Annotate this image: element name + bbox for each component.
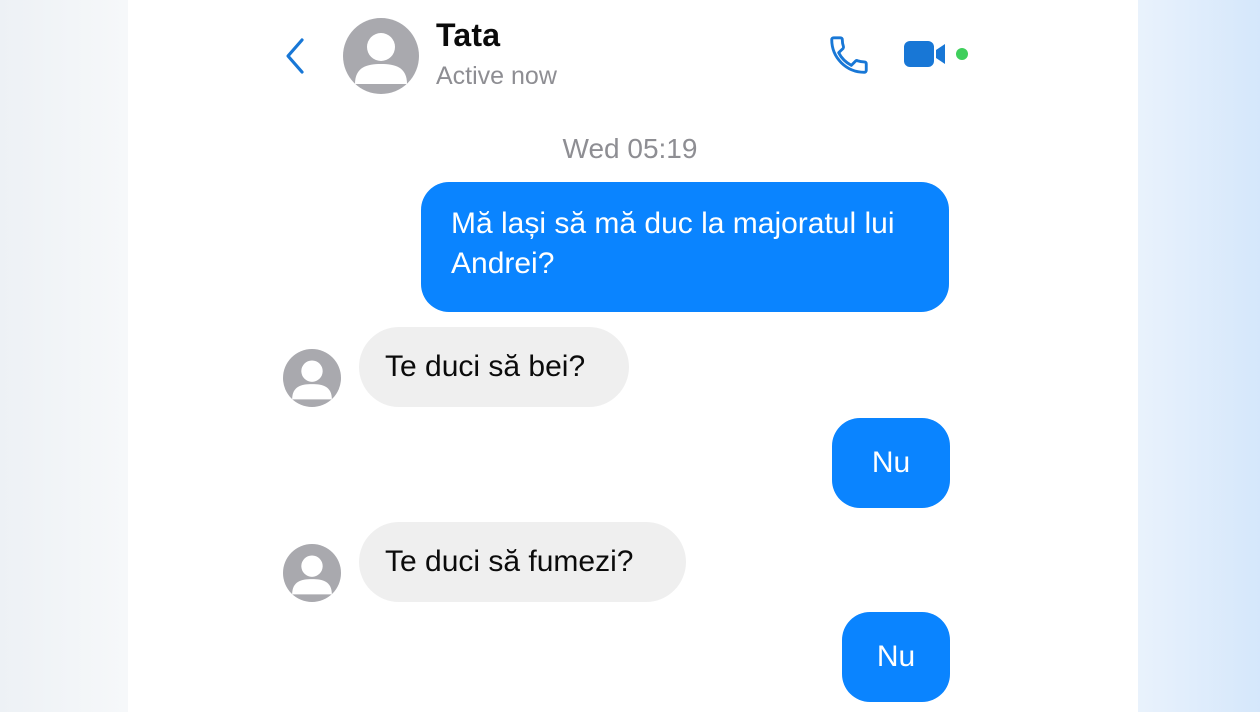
back-button[interactable] <box>280 34 314 78</box>
person-avatar-icon <box>283 544 341 602</box>
sender-avatar <box>283 349 341 407</box>
video-camera-icon <box>904 41 945 67</box>
video-call-button[interactable] <box>902 36 948 72</box>
chat-screen <box>128 0 1138 712</box>
background-left <box>0 0 128 712</box>
call-button[interactable] <box>826 32 872 78</box>
contact-status: Active now <box>436 62 557 90</box>
outgoing-message[interactable]: Nu <box>832 418 950 508</box>
outgoing-message[interactable]: Nu <box>842 612 950 702</box>
active-status-dot <box>956 48 968 60</box>
phone-icon <box>830 36 868 74</box>
contact-avatar[interactable] <box>343 18 419 94</box>
incoming-message[interactable]: Te duci să fumezi? <box>359 522 686 602</box>
message-timestamp: Wed 05:19 <box>562 133 698 164</box>
chevron-left-icon <box>286 38 304 74</box>
outgoing-message[interactable]: Mă lași să mă duc la majoratul lui Andre… <box>421 182 949 312</box>
person-avatar-icon <box>343 18 419 94</box>
contact-name[interactable]: Tata <box>436 17 500 54</box>
person-avatar-icon <box>283 349 341 407</box>
sender-avatar <box>283 544 341 602</box>
incoming-message[interactable]: Te duci să bei? <box>359 327 629 407</box>
background-right <box>1138 0 1260 712</box>
